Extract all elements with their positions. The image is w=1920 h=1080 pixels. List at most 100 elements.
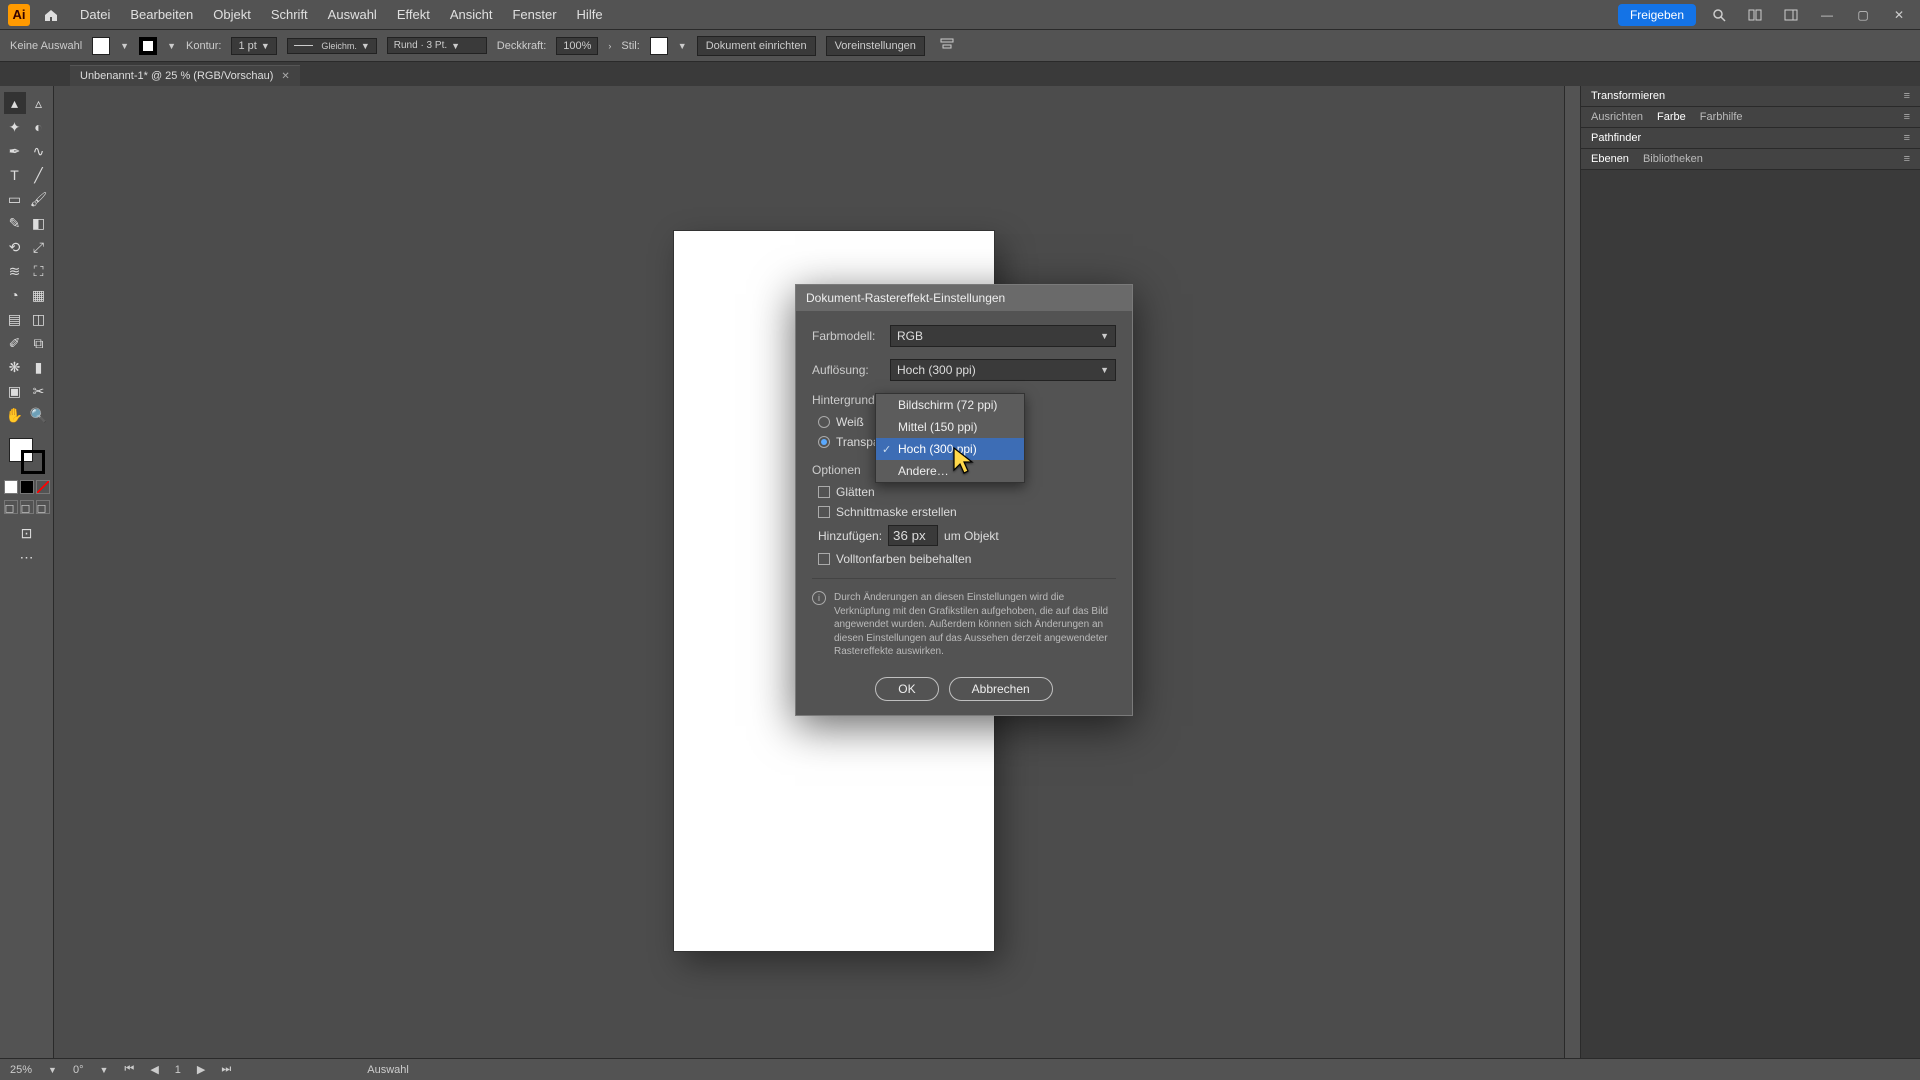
- minimize-icon[interactable]: —: [1814, 6, 1840, 24]
- menu-view[interactable]: Ansicht: [442, 3, 501, 26]
- layers-panel-header[interactable]: Ebenen Bibliotheken ≡: [1581, 149, 1920, 170]
- chevron-right-icon[interactable]: ›: [608, 41, 611, 51]
- menu-help[interactable]: Hilfe: [569, 3, 611, 26]
- menu-edit[interactable]: Bearbeiten: [122, 3, 201, 26]
- lasso-tool[interactable]: ◐: [28, 116, 50, 138]
- arrange-icon[interactable]: [1742, 6, 1768, 24]
- tab-close-icon[interactable]: ✕: [281, 71, 289, 82]
- menu-file[interactable]: Datei: [72, 3, 118, 26]
- rectangle-tool[interactable]: ▭: [4, 188, 26, 210]
- graph-tool[interactable]: ▮: [28, 356, 50, 378]
- artboard-number[interactable]: 1: [175, 1064, 181, 1076]
- rotation[interactable]: 0°: [73, 1064, 84, 1076]
- panel-tab-libraries[interactable]: Bibliotheken: [1643, 153, 1703, 165]
- preferences-button[interactable]: Voreinstellungen: [826, 36, 925, 56]
- stroke-box[interactable]: [21, 450, 45, 474]
- colormodel-select[interactable]: RGB▼: [890, 325, 1116, 347]
- shaper-tool[interactable]: ✎: [4, 212, 26, 234]
- panel-tab-pathfinder[interactable]: Pathfinder: [1591, 132, 1641, 144]
- zoom-level[interactable]: 25%: [10, 1064, 32, 1076]
- share-button[interactable]: Freigeben: [1618, 4, 1696, 26]
- direct-selection-tool[interactable]: ▵: [28, 92, 50, 114]
- eraser-tool[interactable]: ◧: [28, 212, 50, 234]
- artboard-nav-prev-icon[interactable]: ⏮: [124, 1063, 134, 1076]
- rotate-tool[interactable]: ⟲: [4, 236, 26, 258]
- pen-tool[interactable]: ✒: [4, 140, 26, 162]
- eyedropper-tool[interactable]: ✐: [4, 332, 26, 354]
- fill-stroke-control[interactable]: [9, 438, 45, 474]
- chevron-down-icon[interactable]: ▼: [678, 41, 687, 51]
- fill-swatch[interactable]: [92, 37, 110, 55]
- stroke-weight-select[interactable]: 1 pt▼: [231, 37, 276, 55]
- mesh-tool[interactable]: ▤: [4, 308, 26, 330]
- dropdown-option[interactable]: Bildschirm (72 ppi): [876, 394, 1024, 416]
- blend-tool[interactable]: ⧉: [28, 332, 50, 354]
- chevron-down-icon[interactable]: ▼: [167, 41, 176, 51]
- screen-mode-icon[interactable]: ⊡: [16, 522, 38, 544]
- draw-behind-icon[interactable]: ◻: [20, 500, 34, 514]
- document-tab[interactable]: Unbenannt-1* @ 25 % (RGB/Vorschau) ✕: [70, 65, 300, 86]
- workspace-icon[interactable]: [1778, 6, 1804, 24]
- menu-select[interactable]: Auswahl: [320, 3, 385, 26]
- hand-tool[interactable]: ✋: [4, 404, 26, 426]
- line-tool[interactable]: ╱: [28, 164, 50, 186]
- panel-menu-icon[interactable]: ≡: [1904, 90, 1910, 102]
- symbol-sprayer-tool[interactable]: ❋: [4, 356, 26, 378]
- collapsed-dock[interactable]: [1564, 86, 1580, 1058]
- selection-tool[interactable]: ▴: [4, 92, 26, 114]
- close-icon[interactable]: ✕: [1886, 6, 1912, 24]
- dropdown-option[interactable]: Andere…: [876, 460, 1024, 482]
- panel-tab-align[interactable]: Ausrichten: [1591, 111, 1643, 123]
- panel-menu-icon[interactable]: ≡: [1904, 132, 1910, 144]
- draw-normal-icon[interactable]: ◻: [4, 500, 18, 514]
- draw-inside-icon[interactable]: ◻: [36, 500, 50, 514]
- gradient-tool[interactable]: ◫: [28, 308, 50, 330]
- panel-menu-icon[interactable]: ≡: [1904, 111, 1910, 123]
- color-mode-icon[interactable]: [4, 480, 18, 494]
- align-panel-header[interactable]: Ausrichten Farbe Farbhilfe ≡: [1581, 107, 1920, 128]
- spotcolors-checkbox[interactable]: Volltonfarben beibehalten: [818, 552, 1116, 566]
- resolution-select[interactable]: Hoch (300 ppi)▼: [890, 359, 1116, 381]
- brush-select[interactable]: Rund · 3 Pt.▼: [387, 37, 487, 54]
- chevron-down-icon[interactable]: ▼: [48, 1065, 57, 1075]
- panel-tab-colorguide[interactable]: Farbhilfe: [1700, 111, 1743, 123]
- artboard-nav-back-icon[interactable]: ◀: [150, 1063, 158, 1076]
- profile-select[interactable]: Gleichm.▼: [287, 38, 377, 54]
- type-tool[interactable]: T: [4, 164, 26, 186]
- menu-type[interactable]: Schrift: [263, 3, 316, 26]
- ok-button[interactable]: OK: [875, 677, 938, 701]
- smooth-checkbox[interactable]: Glätten: [818, 485, 1116, 499]
- search-icon[interactable]: [1706, 6, 1732, 24]
- curvature-tool[interactable]: ∿: [28, 140, 50, 162]
- home-icon[interactable]: [40, 4, 62, 26]
- style-swatch[interactable]: [650, 37, 668, 55]
- menu-window[interactable]: Fenster: [504, 3, 564, 26]
- pathfinder-panel-header[interactable]: Pathfinder ≡: [1581, 128, 1920, 149]
- doc-setup-button[interactable]: Dokument einrichten: [697, 36, 816, 56]
- panel-menu-icon[interactable]: ≡: [1904, 153, 1910, 165]
- app-logo[interactable]: Ai: [8, 4, 30, 26]
- transform-panel-header[interactable]: Transformieren ≡: [1581, 86, 1920, 107]
- zoom-tool[interactable]: 🔍: [28, 404, 50, 426]
- artboard-tool[interactable]: ▣: [4, 380, 26, 402]
- panel-tab-color[interactable]: Farbe: [1657, 111, 1686, 123]
- resolution-dropdown[interactable]: Bildschirm (72 ppi) Mittel (150 ppi) ✓Ho…: [875, 393, 1025, 483]
- gradient-mode-icon[interactable]: [20, 480, 34, 494]
- free-transform-tool[interactable]: ⛶: [28, 260, 50, 282]
- clipmask-checkbox[interactable]: Schnittmaske erstellen: [818, 505, 1116, 519]
- cancel-button[interactable]: Abbrechen: [949, 677, 1053, 701]
- menu-effect[interactable]: Effekt: [389, 3, 438, 26]
- slice-tool[interactable]: ✂: [28, 380, 50, 402]
- paintbrush-tool[interactable]: 🖌: [28, 188, 50, 210]
- align-icon[interactable]: [939, 36, 955, 55]
- shape-builder-tool[interactable]: ◔: [4, 284, 26, 306]
- none-mode-icon[interactable]: [36, 480, 50, 494]
- dropdown-option[interactable]: ✓Hoch (300 ppi): [876, 438, 1024, 460]
- add-value-input[interactable]: [888, 525, 938, 546]
- panel-tab-transform[interactable]: Transformieren: [1591, 90, 1665, 102]
- edit-toolbar-icon[interactable]: ⋯: [16, 546, 38, 568]
- maximize-icon[interactable]: ▢: [1850, 6, 1876, 24]
- scale-tool[interactable]: ⤢: [28, 236, 50, 258]
- width-tool[interactable]: ≋: [4, 260, 26, 282]
- magic-wand-tool[interactable]: ✦: [4, 116, 26, 138]
